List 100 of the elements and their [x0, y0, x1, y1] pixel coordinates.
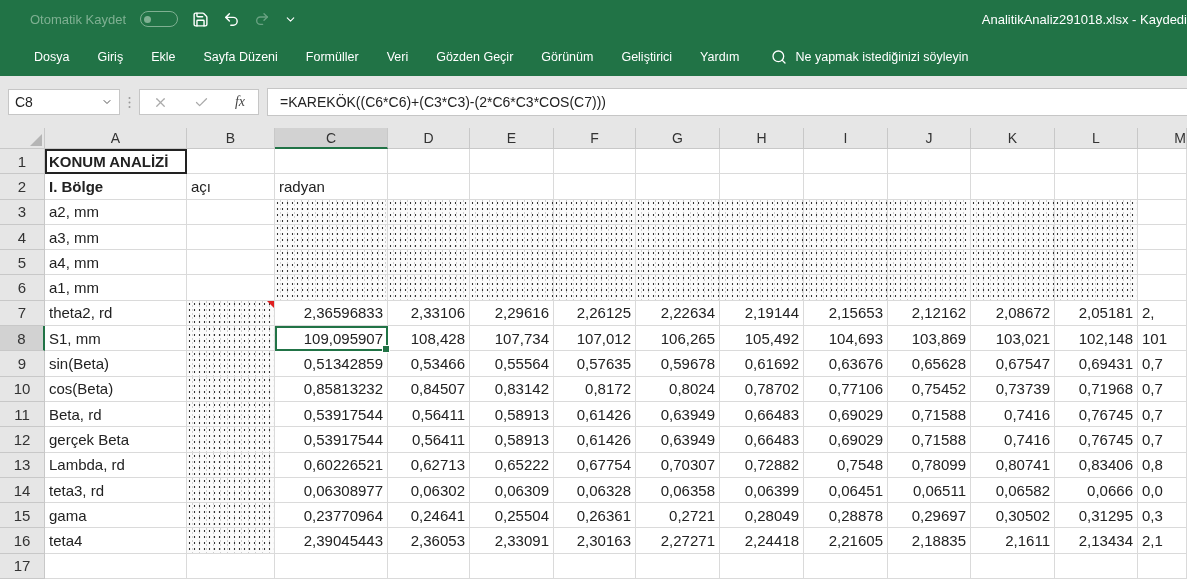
redacted-cell[interactable] — [187, 326, 275, 352]
table-cell[interactable] — [1138, 275, 1187, 301]
column-header[interactable]: D — [388, 128, 470, 149]
table-cell[interactable]: 0,06511 — [888, 477, 971, 504]
table-cell[interactable]: 0,65628 — [888, 351, 971, 377]
table-cell[interactable]: 2,36596833 — [275, 300, 388, 327]
table-cell[interactable]: 0,7416 — [971, 401, 1055, 428]
table-cell[interactable] — [388, 149, 470, 175]
row-number[interactable]: 4 — [0, 224, 45, 251]
tell-me-field[interactable]: Ne yapmak istediğinizi söyleyin — [795, 50, 969, 64]
redacted-cell[interactable] — [720, 275, 804, 301]
table-cell[interactable]: 109,095907 — [275, 326, 388, 352]
row-number[interactable]: 6 — [0, 275, 45, 301]
row-number[interactable]: 9 — [0, 351, 45, 377]
table-cell[interactable]: 0,78702 — [720, 376, 804, 402]
ribbon-tab[interactable]: Dosya — [20, 50, 84, 64]
table-cell[interactable]: 0,28049 — [720, 503, 804, 529]
undo-icon[interactable] — [223, 10, 241, 28]
redacted-cell[interactable] — [971, 199, 1055, 225]
table-cell[interactable]: 0,28878 — [804, 503, 888, 529]
table-cell[interactable]: 0,85813232 — [275, 376, 388, 402]
table-cell[interactable]: 2,27271 — [636, 528, 720, 554]
column-header[interactable]: B — [187, 128, 275, 149]
table-cell[interactable] — [554, 174, 636, 200]
table-cell[interactable]: 0,76745 — [1055, 401, 1138, 428]
table-cell[interactable]: 2,13434 — [1055, 528, 1138, 554]
table-cell[interactable]: 108,428 — [388, 326, 470, 352]
formula-field[interactable]: =KAREKÖK((C6*C6)+(C3*C3)-(2*C6*C3*COS(C7))) — [267, 88, 1187, 116]
table-cell[interactable]: 2,21605 — [804, 528, 888, 554]
table-cell[interactable] — [804, 149, 888, 175]
table-cell[interactable]: 0,7 — [1138, 401, 1187, 428]
redacted-cell[interactable] — [804, 224, 888, 251]
table-cell[interactable]: 0,53917544 — [275, 401, 388, 428]
table-cell[interactable]: 2,19144 — [720, 300, 804, 327]
table-cell[interactable]: 0,8 — [1138, 452, 1187, 478]
table-cell[interactable]: 0,24641 — [388, 503, 470, 529]
redacted-cell[interactable] — [187, 401, 275, 428]
redacted-cell[interactable] — [275, 199, 388, 225]
table-cell[interactable]: 0,23770964 — [275, 503, 388, 529]
table-cell[interactable] — [45, 553, 187, 580]
table-cell[interactable]: 0,69029 — [804, 427, 888, 453]
table-cell[interactable] — [388, 553, 470, 580]
table-cell[interactable] — [275, 553, 388, 580]
table-cell[interactable]: 2,1 — [1138, 528, 1187, 554]
table-cell[interactable]: 2,08672 — [971, 300, 1055, 327]
table-cell[interactable] — [888, 553, 971, 580]
insert-function-button[interactable]: fx — [234, 94, 245, 110]
redacted-cell[interactable] — [470, 199, 554, 225]
table-cell[interactable] — [636, 149, 720, 175]
table-cell[interactable]: 2,39045443 — [275, 528, 388, 554]
table-cell[interactable]: 2, — [1138, 300, 1187, 327]
table-cell[interactable] — [1138, 199, 1187, 225]
redacted-cell[interactable] — [554, 199, 636, 225]
table-cell[interactable]: 2,30163 — [554, 528, 636, 554]
redacted-cell[interactable] — [888, 250, 971, 276]
table-cell[interactable] — [720, 553, 804, 580]
redacted-cell[interactable] — [187, 477, 275, 504]
column-header[interactable]: C — [275, 128, 388, 149]
table-cell[interactable]: 0,06582 — [971, 477, 1055, 504]
table-cell[interactable]: 0,7416 — [971, 427, 1055, 453]
table-cell[interactable]: 2,18835 — [888, 528, 971, 554]
column-header[interactable]: H — [720, 128, 804, 149]
ribbon-tab[interactable]: Geliştirici — [607, 50, 687, 64]
redacted-cell[interactable] — [636, 199, 720, 225]
table-cell[interactable]: radyan — [275, 174, 388, 200]
table-cell[interactable]: 0,53466 — [388, 351, 470, 377]
table-cell[interactable]: 0,76745 — [1055, 427, 1138, 453]
table-cell[interactable]: 0,80741 — [971, 452, 1055, 478]
table-cell[interactable] — [1138, 174, 1187, 200]
table-cell[interactable]: 2,22634 — [636, 300, 720, 327]
redacted-cell[interactable] — [470, 224, 554, 251]
redacted-cell[interactable] — [804, 275, 888, 301]
table-cell[interactable]: 0,58913 — [470, 401, 554, 428]
table-cell[interactable]: 0,51342859 — [275, 351, 388, 377]
row-number[interactable]: 3 — [0, 199, 45, 225]
table-cell[interactable]: 103,021 — [971, 326, 1055, 352]
column-header[interactable]: E — [470, 128, 554, 149]
table-cell[interactable] — [1138, 224, 1187, 251]
table-cell[interactable] — [1138, 553, 1187, 580]
table-cell[interactable] — [971, 149, 1055, 175]
table-cell[interactable]: 0,63676 — [804, 351, 888, 377]
table-cell[interactable]: 0,06451 — [804, 477, 888, 504]
table-cell[interactable]: 0,2721 — [636, 503, 720, 529]
redacted-cell[interactable] — [971, 250, 1055, 276]
row-number[interactable]: 7 — [0, 300, 45, 327]
table-cell[interactable]: 0,69029 — [804, 401, 888, 428]
fill-handle[interactable] — [382, 345, 390, 354]
redacted-cell[interactable] — [187, 300, 275, 327]
table-cell[interactable]: 105,492 — [720, 326, 804, 352]
row-number[interactable]: 13 — [0, 452, 45, 478]
table-cell[interactable]: I. Bölge — [45, 174, 187, 200]
ribbon-tab[interactable]: Görünüm — [527, 50, 608, 64]
name-box[interactable]: C8 — [8, 89, 120, 115]
table-cell[interactable] — [1055, 553, 1138, 580]
redacted-cell[interactable] — [720, 250, 804, 276]
table-cell[interactable]: 0,72882 — [720, 452, 804, 478]
row-number[interactable]: 1 — [0, 149, 45, 175]
table-cell[interactable]: 2,1611 — [971, 528, 1055, 554]
table-cell[interactable]: a2, mm — [45, 199, 187, 225]
redacted-cell[interactable] — [1055, 199, 1138, 225]
